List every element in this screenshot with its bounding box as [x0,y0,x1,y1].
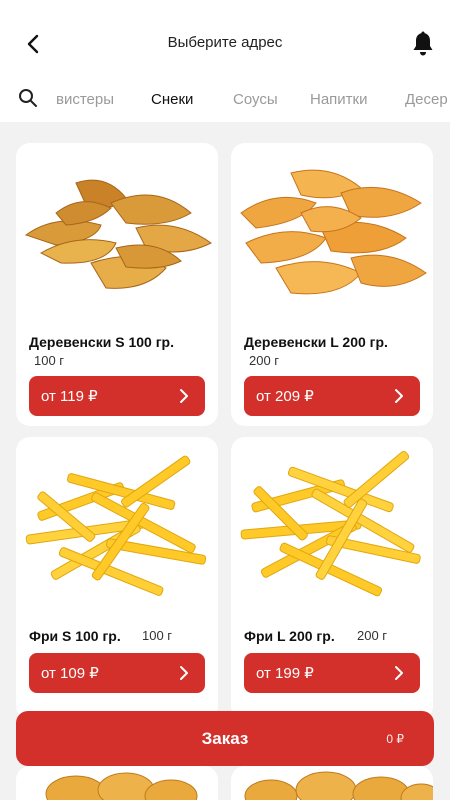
category-tabs: вистеры Снеки Соусы Напитки Десер [0,82,450,122]
product-name: Фри L 200 гр. [244,628,335,644]
chevron-right-icon [180,666,188,680]
add-to-cart-button[interactable]: от 209 ₽ [244,376,420,416]
bell-icon [413,31,433,56]
chevron-right-icon [180,389,188,403]
product-card[interactable]: Фри S 100 гр. 100 г от 109 ₽ [16,437,218,720]
notifications-button[interactable] [410,29,436,59]
order-total: 0 ₽ [386,732,404,746]
tab-desserts[interactable]: Десер [405,91,448,108]
tab-twisters[interactable]: вистеры [56,91,114,108]
product-weight: 200 г [249,353,280,368]
product-card[interactable]: Деревенски L 200 гр. 200 г от 209 ₽ [231,143,433,426]
chevron-right-icon [395,666,403,680]
nuggets-image [244,771,433,800]
chevron-right-icon [395,389,403,403]
nuggets-image [45,772,198,800]
tab-drinks[interactable]: Напитки [310,91,368,108]
search-button[interactable] [18,88,42,112]
french-fries-image [25,455,207,596]
potato-wedges-image [24,179,212,289]
product-card[interactable]: Деревенски S 100 гр. 100 г от 119 ₽ [16,143,218,426]
product-price: от 199 ₽ [256,665,314,682]
product-price: от 109 ₽ [41,665,99,682]
order-button[interactable]: Заказ 0 ₽ [16,711,434,766]
product-weight: 100 г [142,628,173,643]
product-weight: 100 г [34,353,65,368]
product-name: Деревенски L 200 гр. [244,334,388,350]
add-to-cart-button[interactable]: от 119 ₽ [29,376,205,416]
address-selector[interactable]: Выберите адрес [0,34,450,51]
screen: Выберите адрес вистеры Снеки Соусы Напит… [0,0,450,800]
search-icon [19,89,37,107]
header: Выберите адрес [0,0,450,82]
tab-snacks[interactable]: Снеки [151,91,193,108]
potato-wedges-image [240,169,427,295]
french-fries-image [240,450,421,597]
tab-sauces[interactable]: Соусы [233,91,278,108]
product-name: Деревенски S 100 гр. [29,334,174,350]
add-to-cart-button[interactable]: от 199 ₽ [244,653,420,693]
product-card[interactable]: Фри L 200 гр. 200 г от 199 ₽ [231,437,433,720]
product-card-partial[interactable] [16,766,218,800]
product-price: от 209 ₽ [256,388,314,405]
add-to-cart-button[interactable]: от 109 ₽ [29,653,205,693]
product-card-partial[interactable] [231,766,433,800]
order-label: Заказ [201,729,249,748]
product-price: от 119 ₽ [41,388,98,405]
product-name: Фри S 100 гр. [29,628,121,644]
product-weight: 200 г [357,628,388,643]
